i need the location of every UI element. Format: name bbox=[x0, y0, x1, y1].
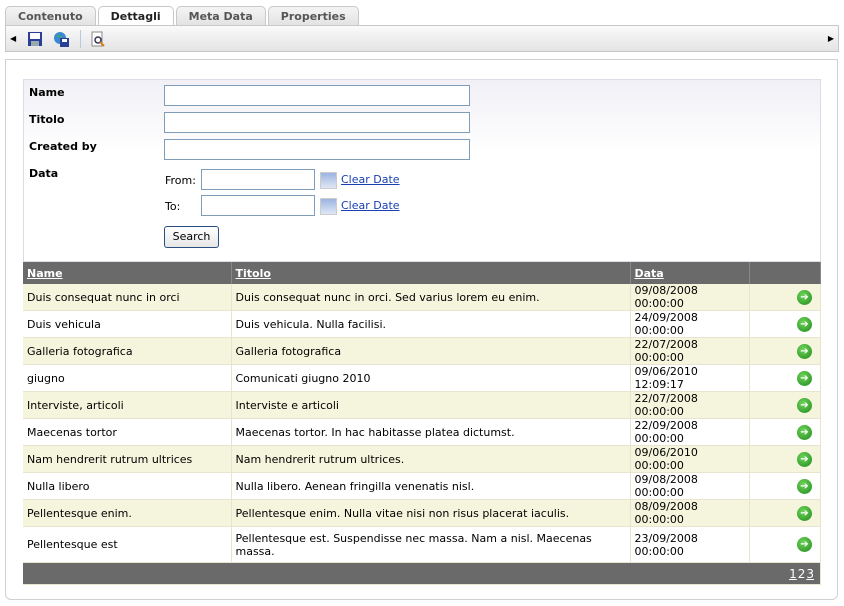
table-row: Duis vehicula Duis vehicula. Nulla facil… bbox=[23, 310, 821, 338]
cell-titolo: Maecenas tortor. In hac habitasse platea… bbox=[231, 418, 631, 446]
open-arrow-icon[interactable]: ➔ bbox=[797, 451, 812, 467]
table-row: Duis consequat nunc in orci Duis consequ… bbox=[23, 284, 821, 311]
cell-titolo: Pellentesque enim. Nulla vitae nisi non … bbox=[231, 499, 631, 527]
cell-data: 09/06/2010 12:09:17 bbox=[630, 364, 750, 392]
details-panel: Name Titolo Created by Data From: Clear … bbox=[5, 59, 838, 600]
tab-bar: Contenuto Dettagli Meta Data Properties bbox=[5, 6, 361, 27]
table-row: Galleria fotografica Galleria fotografic… bbox=[23, 337, 821, 365]
scroll-left-icon[interactable]: ◀ bbox=[10, 34, 16, 43]
cell-titolo: Nam hendrerit rutrum ultrices. bbox=[231, 445, 631, 473]
scroll-right-icon[interactable]: ▶ bbox=[828, 34, 834, 43]
cell-data: 22/07/2008 00:00:00 bbox=[630, 337, 750, 365]
from-label: From: bbox=[165, 174, 196, 187]
cell-data: 08/09/2008 00:00:00 bbox=[630, 499, 750, 527]
toolbar: ◀ ▶ bbox=[5, 25, 839, 52]
cell-name: Maecenas tortor bbox=[23, 418, 232, 446]
clear-from-date-link[interactable]: Clear Date bbox=[341, 173, 400, 186]
cell-titolo: Interviste e articoli bbox=[231, 391, 631, 419]
search-button[interactable]: Search bbox=[164, 226, 219, 248]
open-arrow-icon[interactable]: ➔ bbox=[797, 424, 812, 440]
open-arrow-icon[interactable]: ➔ bbox=[797, 397, 812, 413]
to-label: To: bbox=[165, 200, 181, 213]
tab-dettagli[interactable]: Dettagli bbox=[97, 6, 174, 27]
tab-contenuto[interactable]: Contenuto bbox=[5, 6, 96, 26]
cell-name: Pellentesque est bbox=[23, 526, 232, 563]
cell-name: Interviste, articoli bbox=[23, 391, 232, 419]
name-label: Name bbox=[29, 86, 65, 99]
table-row: giugno Comunicati giugno 2010 09/06/2010… bbox=[23, 364, 821, 392]
cell-data: 09/08/2008 00:00:00 bbox=[630, 284, 750, 311]
cell-titolo: Nulla libero. Aenean fringilla venenatis… bbox=[231, 472, 631, 500]
created-by-input[interactable] bbox=[164, 139, 470, 160]
calendar-icon[interactable] bbox=[320, 198, 337, 215]
table-row: Nam hendrerit rutrum ultrices Nam hendre… bbox=[23, 445, 821, 473]
cell-name: Duis vehicula bbox=[23, 310, 232, 338]
preview-icon[interactable] bbox=[90, 31, 106, 47]
cell-titolo: Pellentesque est. Suspendisse nec massa.… bbox=[231, 526, 631, 563]
cell-name: Nam hendrerit rutrum ultrices bbox=[23, 445, 232, 473]
to-date-input[interactable] bbox=[201, 195, 315, 216]
cell-titolo: Duis vehicula. Nulla facilisi. bbox=[231, 310, 631, 338]
tab-meta-data[interactable]: Meta Data bbox=[175, 6, 266, 26]
open-arrow-icon[interactable]: ➔ bbox=[797, 537, 812, 552]
column-header-name[interactable]: Name bbox=[23, 262, 232, 284]
open-arrow-icon[interactable]: ➔ bbox=[797, 316, 812, 332]
table-row: Pellentesque enim. Pellentesque enim. Nu… bbox=[23, 499, 821, 527]
created-by-label: Created by bbox=[29, 140, 97, 153]
cell-data: 22/09/2008 00:00:00 bbox=[630, 418, 750, 446]
titolo-input[interactable] bbox=[164, 112, 470, 133]
cell-name: Galleria fotografica bbox=[23, 337, 232, 365]
column-header-data[interactable]: Data bbox=[630, 262, 750, 284]
cell-name: giugno bbox=[23, 364, 232, 392]
cell-data: 24/09/2008 00:00:00 bbox=[630, 310, 750, 338]
titolo-label: Titolo bbox=[29, 113, 65, 126]
table-row: Maecenas tortor Maecenas tortor. In hac … bbox=[23, 418, 821, 446]
data-label: Data bbox=[29, 167, 59, 180]
page-3[interactable]: 3 bbox=[806, 567, 814, 581]
search-form: Name Titolo Created by Data From: Clear … bbox=[23, 79, 821, 262]
table-row: Interviste, articoli Interviste e artico… bbox=[23, 391, 821, 419]
cell-data: 09/08/2008 00:00:00 bbox=[630, 472, 750, 500]
page-1[interactable]: 1 bbox=[789, 567, 797, 581]
toolbar-separator bbox=[80, 30, 81, 48]
tab-properties[interactable]: Properties bbox=[267, 6, 359, 26]
table-row: Pellentesque est Pellentesque est. Suspe… bbox=[23, 526, 821, 563]
cell-name: Nulla libero bbox=[23, 472, 232, 500]
name-input[interactable] bbox=[164, 85, 470, 106]
calendar-icon[interactable] bbox=[320, 172, 337, 189]
cell-titolo: Comunicati giugno 2010 bbox=[231, 364, 631, 392]
column-header-titolo[interactable]: Titolo bbox=[231, 262, 631, 284]
table-row: Nulla libero Nulla libero. Aenean fringi… bbox=[23, 472, 821, 500]
open-arrow-icon[interactable]: ➔ bbox=[797, 343, 812, 359]
open-arrow-icon[interactable]: ➔ bbox=[797, 505, 812, 521]
open-arrow-icon[interactable]: ➔ bbox=[797, 370, 812, 386]
save-icon[interactable] bbox=[27, 31, 43, 47]
page-2: 2 bbox=[797, 566, 806, 581]
results-table: Name Titolo Data Duis consequat nunc in … bbox=[23, 262, 821, 585]
clear-to-date-link[interactable]: Clear Date bbox=[341, 199, 400, 212]
open-arrow-icon[interactable]: ➔ bbox=[797, 478, 812, 494]
open-arrow-icon[interactable]: ➔ bbox=[797, 289, 812, 305]
save-web-icon[interactable] bbox=[53, 31, 69, 47]
pager: 123 bbox=[23, 562, 821, 585]
cell-titolo: Duis consequat nunc in orci. Sed varius … bbox=[231, 284, 631, 311]
cell-titolo: Galleria fotografica bbox=[231, 337, 631, 365]
column-header-action bbox=[749, 262, 821, 284]
cell-data: 09/06/2010 00:00:00 bbox=[630, 445, 750, 473]
cell-name: Pellentesque enim. bbox=[23, 499, 232, 527]
cell-data: 22/07/2008 00:00:00 bbox=[630, 391, 750, 419]
cell-data: 23/09/2008 00:00:00 bbox=[630, 526, 750, 563]
from-date-input[interactable] bbox=[201, 169, 315, 190]
cell-name: Duis consequat nunc in orci bbox=[23, 284, 232, 311]
